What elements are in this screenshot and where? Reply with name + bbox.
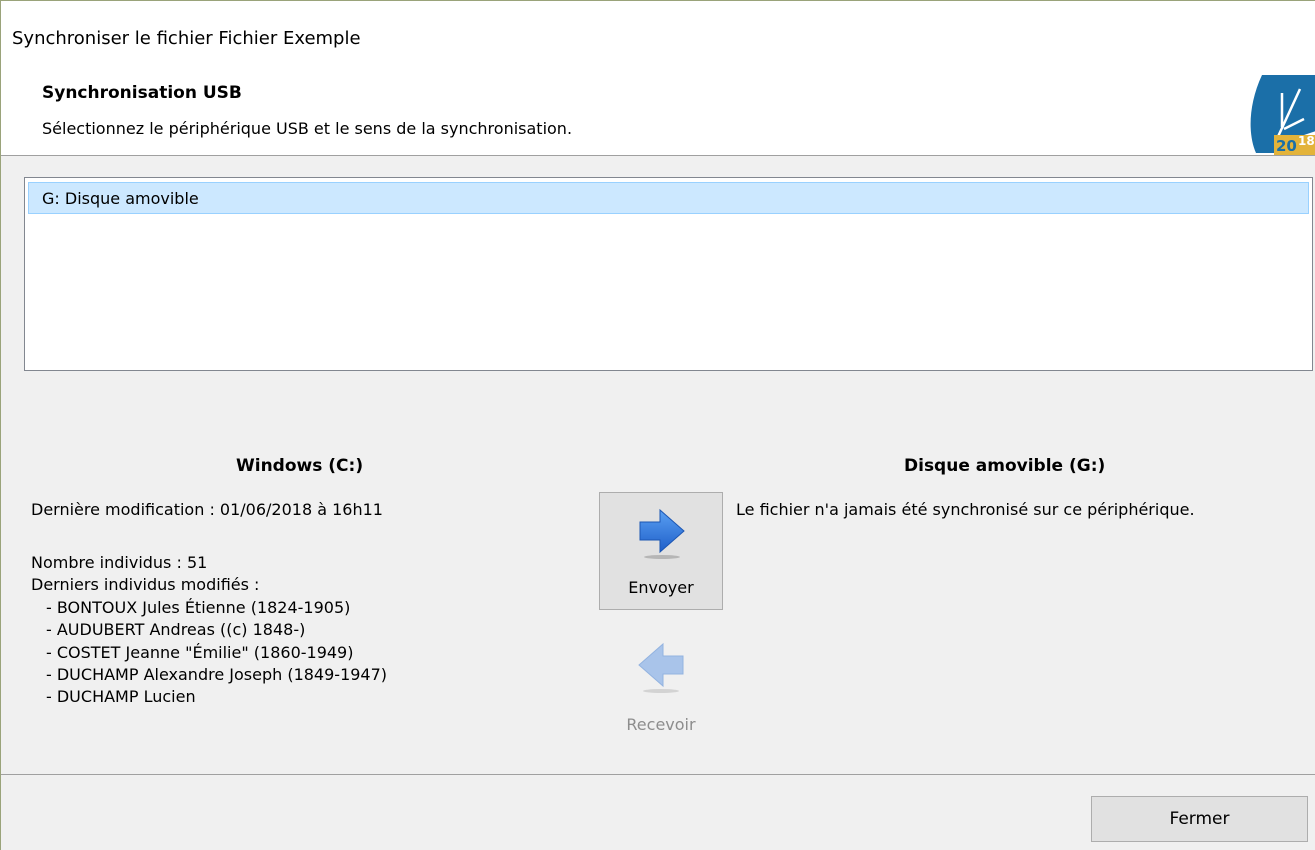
source-count: Nombre individus : 51 xyxy=(31,553,208,572)
recent-person: - BONTOUX Jules Étienne (1824-1905) xyxy=(46,598,351,617)
arrow-left-icon xyxy=(635,641,687,693)
footer-divider xyxy=(1,774,1315,775)
sync-dialog: Synchroniser le fichier Fichier Exemple … xyxy=(0,0,1315,850)
source-recent-header: Derniers individus modifiés : xyxy=(31,575,260,594)
device-item-g[interactable]: G: Disque amovible xyxy=(28,182,1309,214)
source-last-modified: Dernière modification : 01/06/2018 à 16h… xyxy=(31,500,383,519)
close-button[interactable]: Fermer xyxy=(1091,796,1308,842)
header-subtitle: Sélectionnez le périphérique USB et le s… xyxy=(42,119,573,138)
recent-person: - COSTET Jeanne "Émilie" (1860-1949) xyxy=(46,643,354,662)
svg-text:18: 18 xyxy=(1298,134,1315,148)
title-bar: Synchroniser le fichier Fichier Exemple xyxy=(1,1,1315,67)
recent-person: - DUCHAMP Lucien xyxy=(46,687,196,706)
usb-device-list[interactable]: G: Disque amovible xyxy=(24,177,1313,371)
device-item-label: G: Disque amovible xyxy=(42,189,199,208)
recent-person: - AUDUBERT Andreas ((c) 1848-) xyxy=(46,620,306,639)
send-button[interactable]: Envoyer xyxy=(599,492,723,610)
window-title: Synchroniser le fichier Fichier Exemple xyxy=(12,28,361,49)
target-drive-title: Disque amovible (G:) xyxy=(904,456,1106,476)
dialog-header: Synchronisation USB Sélectionnez le péri… xyxy=(1,67,1315,156)
app-logo: 20 18 xyxy=(1238,75,1315,155)
header-title: Synchronisation USB xyxy=(42,83,242,103)
arrow-right-icon xyxy=(636,507,688,559)
send-button-label: Envoyer xyxy=(628,578,694,597)
source-drive-title: Windows (C:) xyxy=(236,456,364,476)
receive-button[interactable]: Recevoir xyxy=(599,631,723,749)
target-status: Le fichier n'a jamais été synchronisé su… xyxy=(736,500,1195,519)
svg-text:20: 20 xyxy=(1276,137,1297,155)
recent-person: - DUCHAMP Alexandre Joseph (1849-1947) xyxy=(46,665,388,684)
receive-button-label: Recevoir xyxy=(626,715,696,734)
